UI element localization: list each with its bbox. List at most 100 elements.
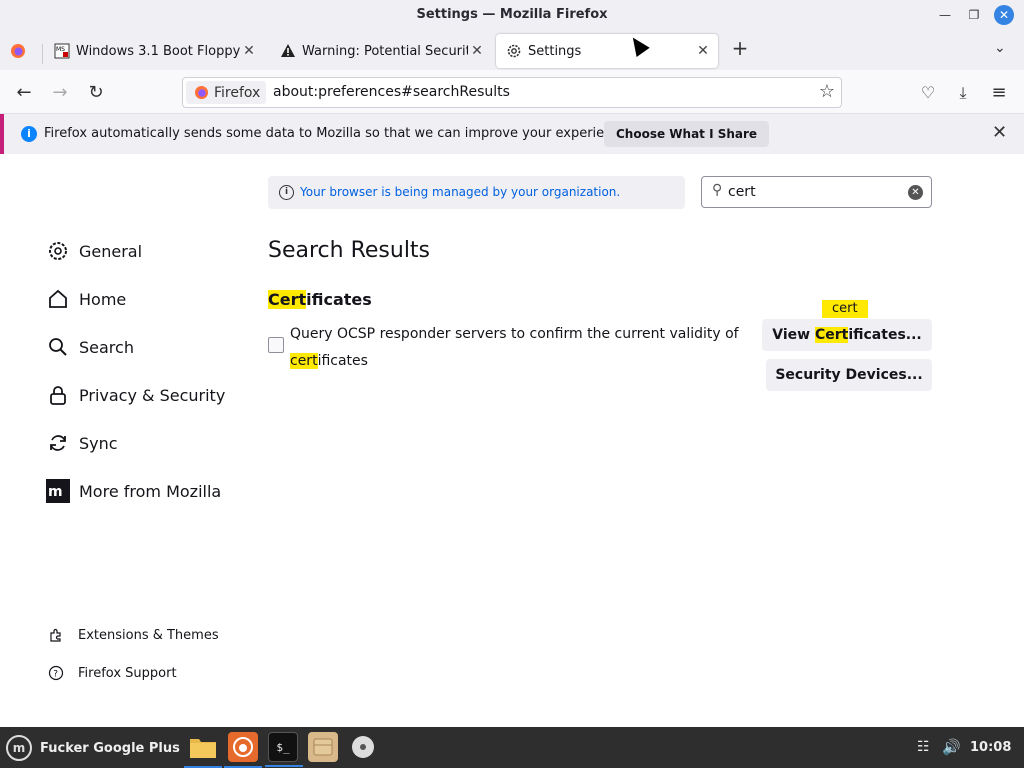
data-reporting-notification: i Firefox automatically sends some data … (0, 114, 1024, 154)
button-label-post: ificates... (848, 327, 922, 343)
navigation-toolbar: ← → ↻ Firefox about:preferences#searchRe… (0, 70, 1024, 114)
view-certificates-button[interactable]: View Certificates... (762, 319, 932, 351)
tab-close-icon[interactable]: ✕ (468, 43, 486, 59)
pocket-icon[interactable]: ♡ (917, 82, 939, 104)
lock-icon (46, 383, 70, 407)
url-bar[interactable]: Firefox about:preferences#searchResults … (182, 77, 842, 108)
svg-text:?: ? (53, 670, 58, 680)
managed-policy-link[interactable]: Your browser is being managed by your or… (300, 176, 620, 209)
new-tab-icon[interactable]: + (728, 36, 752, 60)
sidebar-item-label: More from Mozilla (79, 481, 222, 501)
network-icon[interactable]: ☷ (917, 739, 930, 755)
security-devices-button[interactable]: Security Devices... (766, 359, 932, 391)
search-results-heading: Search Results (268, 238, 431, 263)
tab-label: Windows 3.1 Boot Floppy - ( (76, 43, 240, 59)
sidebar-item-search[interactable]: Search (46, 333, 134, 361)
firefox-logo-icon (11, 44, 25, 58)
sidebar-item-home[interactable]: Home (46, 285, 126, 313)
ocsp-checkbox[interactable] (268, 337, 284, 353)
tab-strip: MS Windows 3.1 Boot Floppy - ( ✕ Warning… (0, 30, 1024, 70)
search-match-tooltip: cert (822, 300, 868, 318)
warning-icon (281, 44, 295, 57)
tab-windows-floppy[interactable]: MS Windows 3.1 Boot Floppy - ( ✕ (44, 34, 264, 68)
archive-app-icon[interactable] (308, 732, 338, 762)
ms-dos-icon: MS (54, 43, 70, 59)
section-title-rest: ificates (306, 290, 372, 309)
sidebar-item-label: Sync (79, 433, 118, 453)
search-input[interactable] (728, 181, 898, 203)
maximize-icon[interactable]: ❐ (964, 5, 984, 25)
footer-link-label: Firefox Support (78, 665, 177, 681)
choose-what-i-share-button[interactable]: Choose What I Share (604, 121, 770, 147)
download-icon[interactable]: ⤓ (952, 82, 974, 104)
gear-icon (46, 239, 70, 263)
tab-close-icon[interactable]: ✕ (694, 43, 712, 59)
gear-icon (507, 44, 521, 58)
close-icon[interactable]: ✕ (992, 122, 1007, 143)
disc-app-icon[interactable] (348, 732, 378, 762)
clock[interactable]: 10:08 (970, 727, 1011, 768)
settings-search-box: ⚲ ✕ (701, 176, 932, 208)
terminal-prompt-icon: $_ (276, 740, 290, 754)
notification-text: Firefox automatically sends some data to… (44, 126, 632, 141)
start-menu-button[interactable]: m Fucker Google Plus (6, 735, 180, 761)
url-text[interactable]: about:preferences#searchResults (273, 78, 510, 107)
sidebar-item-general[interactable]: General (46, 237, 142, 265)
tab-settings[interactable]: Settings ✕ (496, 34, 718, 68)
tab-separator (42, 44, 43, 64)
search-highlight: Cert (814, 327, 849, 343)
identity-box[interactable]: Firefox (186, 81, 266, 104)
sidebar-item-sync[interactable]: Sync (46, 429, 118, 457)
window-title: Settings — Mozilla Firefox (416, 7, 608, 22)
ocsp-checkbox-label[interactable]: Query OCSP responder servers to confirm … (290, 321, 740, 375)
taskbar: m Fucker Google Plus $_ ☷ 🔊 10:08 (0, 727, 1024, 768)
mozilla-icon: m (46, 479, 70, 503)
info-icon: i (279, 185, 294, 200)
firefox-support-link[interactable]: ? Firefox Support (48, 665, 177, 681)
sidebar-item-label: Privacy & Security (79, 385, 226, 405)
terminal-app-icon[interactable]: $_ (265, 732, 303, 767)
sidebar-item-label: Search (79, 337, 134, 357)
back-icon[interactable]: ← (13, 82, 35, 104)
sidebar-item-privacy[interactable]: Privacy & Security (46, 381, 225, 409)
close-window-icon[interactable]: ✕ (994, 5, 1014, 25)
search-icon (46, 335, 70, 359)
sidebar-item-label: Home (79, 289, 127, 309)
home-icon (46, 287, 70, 311)
volume-icon[interactable]: 🔊 (942, 738, 961, 756)
forward-icon[interactable]: → (49, 82, 71, 104)
puzzle-icon (48, 627, 64, 643)
extensions-themes-link[interactable]: Extensions & Themes (48, 627, 219, 643)
reload-icon[interactable]: ↻ (85, 82, 107, 104)
firefox-view-tab[interactable] (0, 34, 40, 68)
search-icon: ⚲ (712, 182, 723, 198)
ocsp-label-rest: ificates (317, 353, 368, 369)
preferences-page: i Your browser is being managed by your … (0, 33, 1024, 727)
firefox-app-icon[interactable] (224, 732, 262, 768)
window-titlebar: Settings — Mozilla Firefox — ❐ ✕ (0, 0, 1024, 30)
identity-label: Firefox (214, 84, 261, 101)
sidebar-item-label: General (79, 241, 143, 261)
ocsp-label-text: Query OCSP responder servers to confirm … (290, 326, 739, 342)
search-highlight: Cert (268, 290, 307, 309)
menu-label: Fucker Google Plus (40, 740, 180, 756)
footer-link-label: Extensions & Themes (78, 627, 219, 643)
tab-security-warning[interactable]: Warning: Potential Security ✕ (270, 34, 492, 68)
svg-text:m: m (48, 484, 63, 500)
firefox-logo-icon (194, 85, 209, 100)
files-app-icon[interactable] (184, 732, 222, 768)
svg-text:MS: MS (56, 46, 65, 53)
bookmark-star-icon[interactable]: ☆ (819, 81, 835, 102)
button-label-pre: View (772, 327, 815, 343)
tab-close-icon[interactable]: ✕ (240, 43, 258, 59)
sidebar-item-more-from-mozilla[interactable]: m More from Mozilla (46, 477, 221, 505)
managed-policy-notice[interactable]: i Your browser is being managed by your … (268, 176, 685, 209)
tab-label: Warning: Potential Security (302, 43, 468, 59)
minimize-icon[interactable]: — (935, 5, 955, 25)
clear-search-icon[interactable]: ✕ (908, 185, 923, 200)
search-highlight: cert (290, 353, 318, 369)
sync-icon (46, 431, 70, 455)
chevron-down-icon[interactable]: ⌄ (994, 40, 1006, 56)
mint-logo-icon: m (6, 735, 32, 761)
menu-icon[interactable]: ≡ (988, 82, 1010, 104)
